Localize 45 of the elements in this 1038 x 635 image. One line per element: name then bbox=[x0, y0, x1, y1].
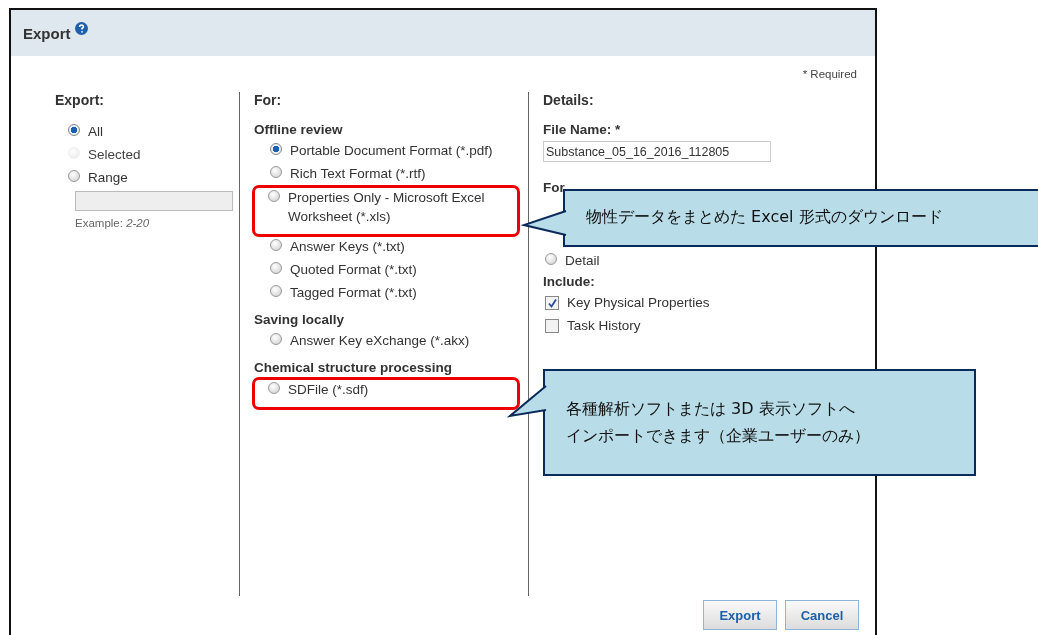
required-note: * Required bbox=[802, 68, 857, 80]
group-title: Offline review bbox=[254, 122, 344, 137]
group-title: For bbox=[543, 180, 566, 195]
field-label: File Name: * bbox=[543, 122, 622, 137]
radio-button[interactable] bbox=[270, 262, 282, 274]
dialog-button[interactable]: Cancel bbox=[785, 600, 859, 630]
radio-option[interactable]: Range bbox=[68, 168, 239, 187]
radio-option[interactable]: Answer Key eXchange (*.akx) bbox=[254, 331, 528, 350]
radio-button[interactable] bbox=[270, 166, 282, 178]
radio-button[interactable] bbox=[268, 382, 280, 394]
group-title: Saving locally bbox=[254, 312, 346, 327]
section-heading: Details: bbox=[543, 92, 595, 108]
callout-text: 物性データをまとめた Excel 形式のダウンロード bbox=[586, 207, 944, 228]
radio-option[interactable]: Detail bbox=[543, 251, 859, 270]
checkbox[interactable] bbox=[545, 319, 559, 333]
checkbox-option[interactable]: Task History bbox=[543, 316, 859, 335]
radio-option[interactable]: All bbox=[68, 122, 239, 141]
radio-option[interactable]: SDFile (*.sdf) bbox=[255, 380, 517, 399]
radio-button[interactable] bbox=[68, 124, 80, 136]
example-hint: Example: 2-20 bbox=[75, 217, 151, 229]
callout-text: 各種解析ソフトまたは 3D 表示ソフトへ インポートできます（企業ユーザーのみ） bbox=[566, 398, 871, 447]
radio-option[interactable]: Rich Text Format (*.rtf) bbox=[254, 164, 528, 183]
radio-option[interactable]: Quoted Format (*.txt) bbox=[254, 260, 528, 279]
radio-button[interactable] bbox=[268, 190, 280, 202]
radio-button[interactable] bbox=[270, 239, 282, 251]
checkbox[interactable] bbox=[545, 296, 559, 310]
section-heading: Export: bbox=[55, 92, 105, 108]
radio-option[interactable]: Portable Document Format (*.pdf) bbox=[254, 141, 528, 160]
checkbox-option[interactable]: Key Physical Properties bbox=[543, 293, 859, 312]
radio-button[interactable] bbox=[270, 143, 282, 155]
radio-button[interactable] bbox=[270, 333, 282, 345]
radio-option[interactable]: Tagged Format (*.txt) bbox=[254, 283, 528, 302]
range-field[interactable] bbox=[75, 191, 233, 211]
radio-button[interactable] bbox=[270, 285, 282, 297]
window-title: Export bbox=[23, 24, 71, 42]
radio-button[interactable] bbox=[545, 253, 557, 265]
radio-option[interactable]: Answer Keys (*.txt) bbox=[254, 237, 528, 256]
group-title: Include: bbox=[543, 274, 596, 289]
dialog-button[interactable]: Export bbox=[703, 600, 777, 630]
section-heading: For: bbox=[254, 92, 283, 108]
radio-button[interactable] bbox=[68, 170, 80, 182]
group-title: Chemical structure processing bbox=[254, 360, 454, 375]
help-icon[interactable] bbox=[74, 22, 88, 35]
file-name-field[interactable]: Substance_05_16_2016_112805 bbox=[543, 141, 771, 162]
radio-option[interactable]: Properties Only - Microsoft Excel Worksheet (*.xls) bbox=[255, 188, 517, 226]
